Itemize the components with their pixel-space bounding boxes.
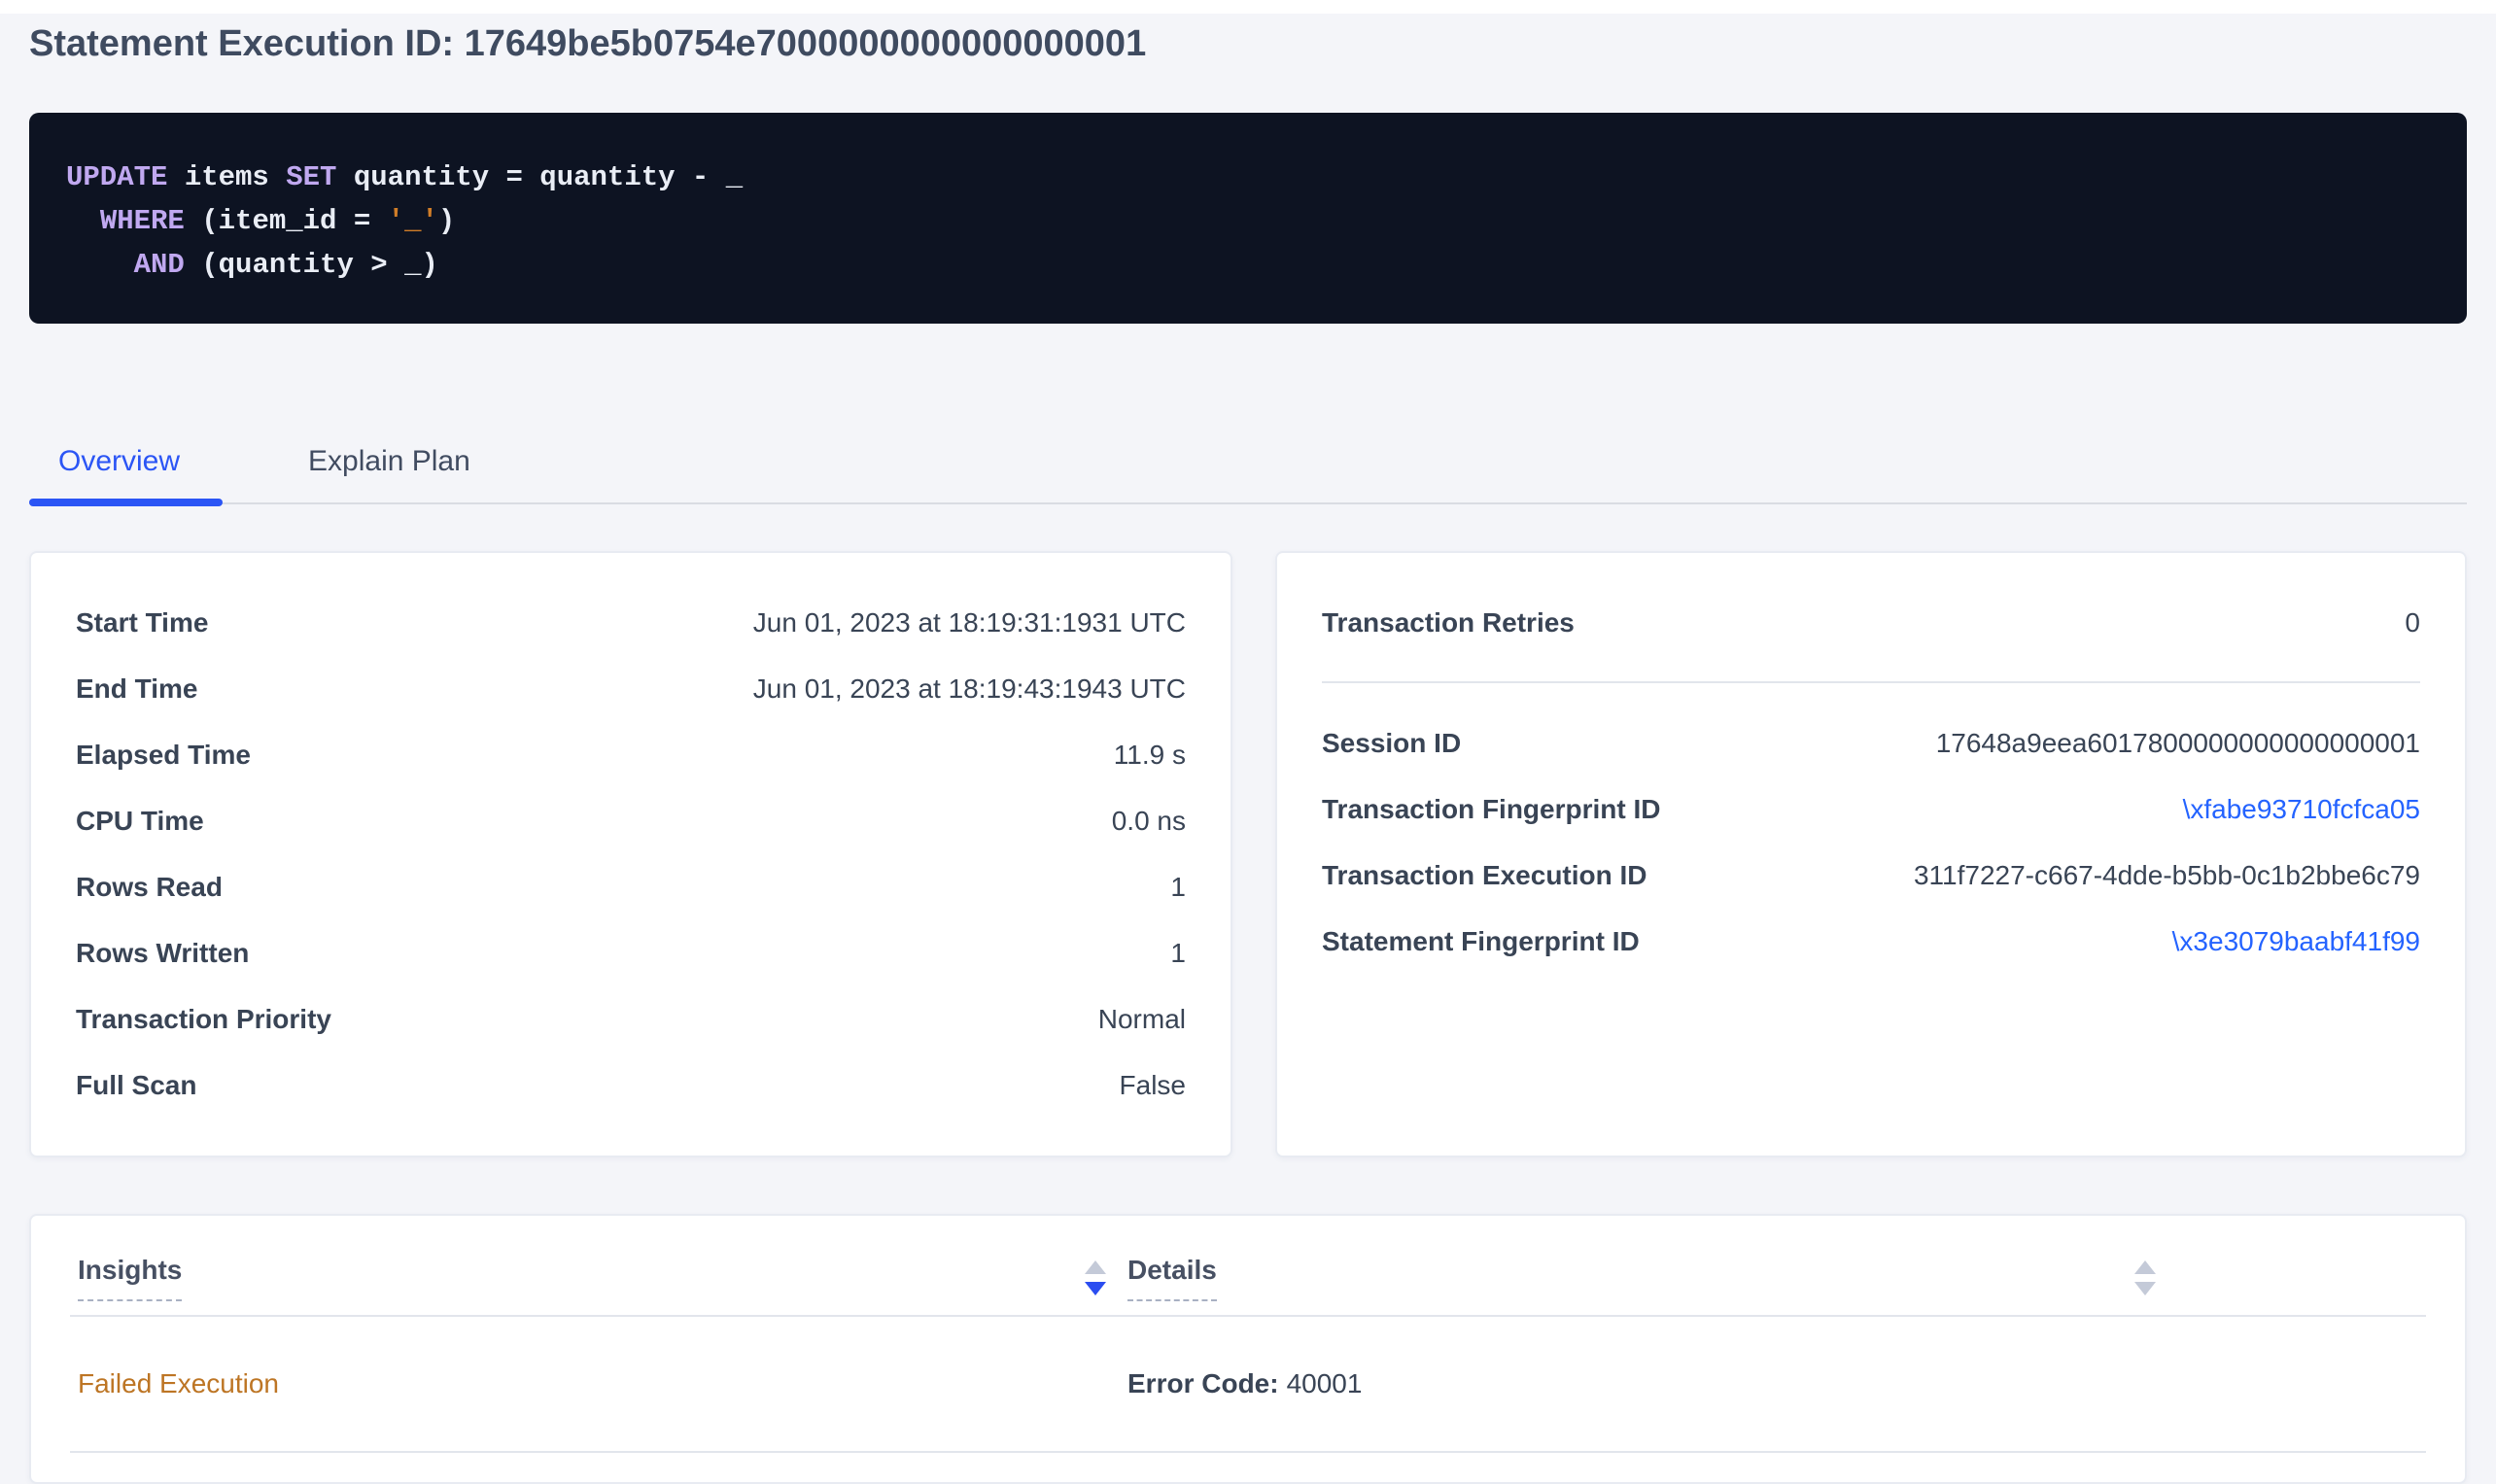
- insight-type-text: Failed Execution: [78, 1368, 279, 1398]
- column-header-details: Details: [1120, 1255, 2169, 1301]
- stat-row-transaction-priority: Transaction Priority Normal: [76, 986, 1186, 1053]
- stat-row-session-id: Session ID 17648a9eea6017800000000000000…: [1322, 710, 2420, 777]
- column-header-insights: Insights: [70, 1255, 1120, 1301]
- insight-cell: Failed Execution: [70, 1368, 1120, 1399]
- tab-bar: Overview Explain Plan: [29, 444, 2467, 504]
- sort-arrows-icon[interactable]: [2134, 1260, 2156, 1295]
- details-header-label[interactable]: Details: [1127, 1255, 1217, 1301]
- sort-desc-icon: [1085, 1282, 1106, 1295]
- sql-text: quantity = quantity - _: [336, 161, 743, 193]
- sql-text: (quantity > _): [185, 249, 438, 281]
- stat-label: Transaction Priority: [76, 1004, 331, 1035]
- stat-row-start-time: Start Time Jun 01, 2023 at 18:19:31:1931…: [76, 590, 1186, 656]
- stat-row-elapsed-time: Elapsed Time 11.9 s: [76, 722, 1186, 788]
- stat-value: False: [1120, 1070, 1186, 1101]
- stat-label: End Time: [76, 673, 198, 705]
- detail-cell: Error Code: 40001: [1120, 1368, 2169, 1399]
- stat-row-transaction-retries: Transaction Retries 0: [1322, 590, 2420, 656]
- sql-text: (item_id =: [185, 205, 388, 237]
- error-code-value: 40001: [1287, 1368, 1363, 1398]
- sql-statement-box: UPDATE items SET quantity = quantity - _…: [29, 113, 2467, 324]
- summary-cards-row: Start Time Jun 01, 2023 at 18:19:31:1931…: [29, 551, 2467, 1157]
- stat-label: Transaction Fingerprint ID: [1322, 794, 1660, 825]
- stat-label: Transaction Retries: [1322, 607, 1575, 638]
- error-code-label: Error Code:: [1127, 1368, 1279, 1398]
- sort-desc-icon: [2134, 1282, 2156, 1295]
- page-title: Statement Execution ID: 17649be5b0754e70…: [29, 21, 2467, 66]
- sql-keyword: AND: [134, 249, 185, 281]
- stat-label: Statement Fingerprint ID: [1322, 926, 1640, 957]
- insights-table-card: Insights Details Failed Execution Error …: [29, 1214, 2467, 1484]
- stat-row-full-scan: Full Scan False: [76, 1053, 1186, 1119]
- transaction-fingerprint-link[interactable]: \xfabe93710fcfca05: [2183, 794, 2420, 825]
- stat-label: CPU Time: [76, 806, 204, 837]
- sql-indent: [66, 205, 100, 237]
- transaction-execution-id-value: 311f7227-c667-4dde-b5bb-0c1b2bbe6c79: [1914, 860, 2420, 891]
- sql-line-1: UPDATE items SET quantity = quantity - _: [66, 155, 2430, 199]
- stat-row-rows-read: Rows Read 1: [76, 854, 1186, 920]
- stat-row-statement-fingerprint-id: Statement Fingerprint ID \x3e3079baabf41…: [1322, 909, 2420, 975]
- stat-label: Start Time: [76, 607, 208, 638]
- stat-label: Elapsed Time: [76, 740, 251, 771]
- insights-header-label[interactable]: Insights: [78, 1255, 182, 1301]
- stat-row-transaction-execution-id: Transaction Execution ID 311f7227-c667-4…: [1322, 843, 2420, 909]
- sql-keyword: UPDATE: [66, 161, 167, 193]
- tab-explain-plan[interactable]: Explain Plan: [265, 444, 513, 502]
- sql-line-3: AND (quantity > _): [66, 243, 2430, 287]
- top-strip: [0, 0, 2496, 14]
- sql-text: ): [438, 205, 455, 237]
- execution-stats-card: Start Time Jun 01, 2023 at 18:19:31:1931…: [29, 551, 1232, 1157]
- sort-asc-icon: [1085, 1260, 1106, 1274]
- statement-fingerprint-link[interactable]: \x3e3079baabf41f99: [2172, 926, 2420, 957]
- transaction-info-card: Transaction Retries 0 Session ID 17648a9…: [1275, 551, 2467, 1157]
- sql-keyword: SET: [286, 161, 336, 193]
- sql-string-literal: '_': [388, 205, 438, 237]
- stat-value: Jun 01, 2023 at 18:19:43:1943 UTC: [753, 673, 1186, 705]
- tab-overview[interactable]: Overview: [29, 444, 223, 502]
- stat-value: 0.0 ns: [1112, 806, 1186, 837]
- stat-row-end-time: End Time Jun 01, 2023 at 18:19:43:1943 U…: [76, 656, 1186, 722]
- session-id-value: 17648a9eea6017800000000000000001: [1936, 728, 2420, 759]
- sort-asc-icon: [2134, 1260, 2156, 1274]
- sql-keyword: WHERE: [100, 205, 185, 237]
- stat-row-rows-written: Rows Written 1: [76, 920, 1186, 986]
- sql-line-2: WHERE (item_id = '_'): [66, 199, 2430, 243]
- card-divider: [1322, 681, 2420, 683]
- sql-text: items: [167, 161, 286, 193]
- stat-label: Transaction Execution ID: [1322, 860, 1647, 891]
- stat-label: Session ID: [1322, 728, 1461, 759]
- sql-indent: [66, 249, 134, 281]
- stat-value: 1: [1170, 872, 1186, 903]
- stat-label: Rows Read: [76, 872, 223, 903]
- stat-value: 1: [1170, 938, 1186, 969]
- stat-value: Jun 01, 2023 at 18:19:31:1931 UTC: [753, 607, 1186, 638]
- stat-row-cpu-time: CPU Time 0.0 ns: [76, 788, 1186, 854]
- stat-value: Normal: [1098, 1004, 1186, 1035]
- sort-arrows-icon[interactable]: [1085, 1260, 1106, 1295]
- insights-table-header-row: Insights Details: [70, 1216, 2426, 1317]
- stat-label: Full Scan: [76, 1070, 196, 1101]
- stat-label: Rows Written: [76, 938, 249, 969]
- page-container: Statement Execution ID: 17649be5b0754e70…: [0, 21, 2496, 1484]
- insights-table-row: Failed Execution Error Code: 40001: [70, 1317, 2426, 1453]
- stat-value: 0: [2405, 607, 2420, 638]
- stat-value: 11.9 s: [1114, 740, 1186, 771]
- stat-row-transaction-fingerprint-id: Transaction Fingerprint ID \xfabe93710fc…: [1322, 777, 2420, 843]
